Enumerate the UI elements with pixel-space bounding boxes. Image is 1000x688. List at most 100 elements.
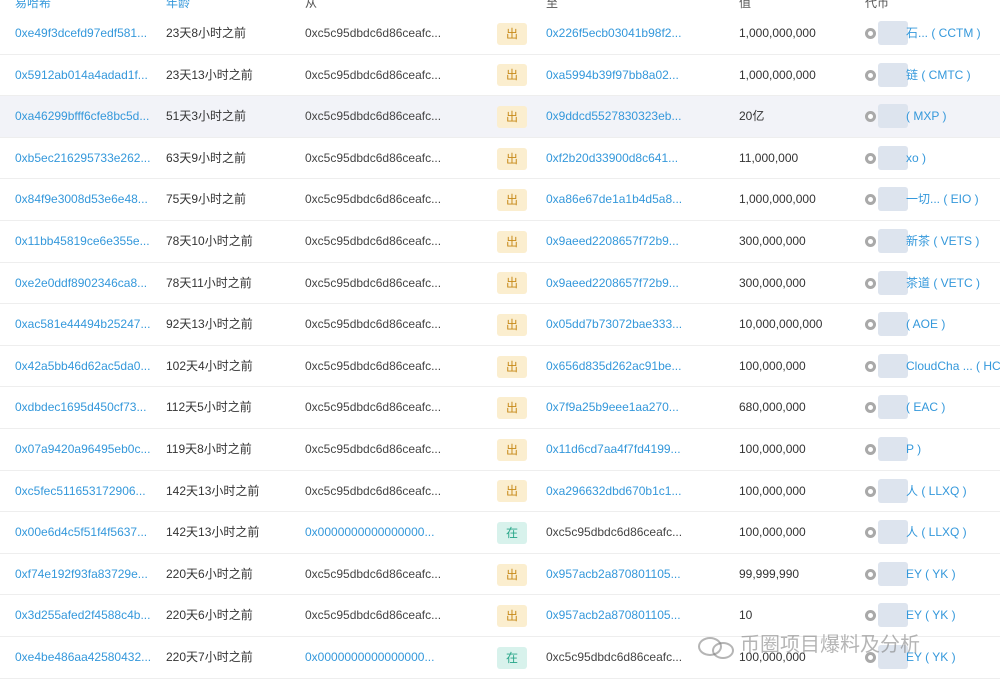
token-cell[interactable]: ( EAC ) bbox=[865, 387, 1000, 429]
token-name-link[interactable]: EY ( YK ) bbox=[906, 554, 956, 596]
txn-hash-link[interactable]: 0xe2e0ddf8902346ca8... bbox=[15, 263, 155, 305]
txn-hash-link[interactable]: 0x11bb45819ce6e355e... bbox=[15, 221, 155, 263]
token-name-link[interactable]: 新茶 ( VETS ) bbox=[906, 221, 979, 263]
direction-badge: 出 bbox=[497, 397, 527, 420]
token-name-link[interactable]: ( EAC ) bbox=[906, 387, 945, 429]
age-text: 78天10小时之前 bbox=[166, 234, 253, 248]
txn-hash-link[interactable]: 0xe4be486aa42580432... bbox=[15, 637, 155, 679]
token-name-link[interactable]: 人 ( LLXQ ) bbox=[906, 471, 967, 513]
to-address[interactable]: 0x226f5ecb03041b98f2... bbox=[546, 13, 696, 55]
txn-hash-link[interactable]: 0xa46299bfff6cfe8bc5d... bbox=[15, 96, 155, 138]
to-address[interactable]: 0x656d835d262ac91be... bbox=[546, 346, 696, 388]
direction-cell: 出 bbox=[497, 263, 527, 305]
to-address[interactable]: 0xf2b20d33900d8c641... bbox=[546, 138, 696, 180]
txn-hash-link[interactable]: 0x3d255afed2f4588c4b... bbox=[15, 595, 155, 637]
to-address[interactable]: 0x11d6cd7aa4f7fd4199... bbox=[546, 429, 696, 471]
age-text: 92天13小时之前 bbox=[166, 317, 253, 332]
redacted-token-name bbox=[878, 561, 908, 586]
quantity-value: 300,000,000 bbox=[739, 234, 806, 248]
from-address[interactable]: 0x0000000000000000... bbox=[305, 637, 455, 679]
txn-hash-link[interactable]: 0x84f9e3008d53e6e48... bbox=[15, 179, 155, 221]
token-logo-icon bbox=[865, 444, 876, 455]
token-name-link[interactable]: P ) bbox=[906, 429, 921, 471]
age-text: 63天9小时之前 bbox=[166, 150, 247, 165]
direction-cell: 出 bbox=[497, 179, 527, 221]
table-header: 易哈希 年龄 从 至 值 代币 bbox=[0, 0, 1000, 12]
txn-hash-link[interactable]: 0xe49f3dcefd97edf581... bbox=[15, 13, 155, 55]
token-name-link[interactable]: 茶道 ( VETC ) bbox=[906, 263, 980, 305]
to-address[interactable]: 0xa5994b39f97bb8a02... bbox=[546, 55, 696, 97]
redacted-token-name bbox=[878, 187, 908, 212]
token-cell[interactable]: ( AOE ) bbox=[865, 304, 1000, 346]
txn-hash-link[interactable]: 0xc5fec511653172906... bbox=[15, 471, 155, 513]
txn-hash-link[interactable]: 0x07a9420a96495eb0c... bbox=[15, 429, 155, 471]
to-address[interactable]: 0x9aeed2208657f72b9... bbox=[546, 221, 696, 263]
token-cell[interactable]: EY ( YK ) bbox=[865, 554, 1000, 596]
to-address[interactable]: 0xa86e67de1a1b4d5a8... bbox=[546, 179, 696, 221]
token-name-link[interactable]: 链 ( CMTC ) bbox=[906, 55, 971, 97]
token-logo-icon bbox=[865, 111, 876, 123]
txn-hash-link[interactable]: 0xac581e44494b25247... bbox=[15, 304, 155, 346]
age-text: 142天13小时之前 bbox=[166, 483, 260, 498]
txn-hash-link[interactable]: 0xf74e192f93fa83729e... bbox=[15, 554, 155, 596]
token-name-link[interactable]: ( MXP ) bbox=[906, 96, 946, 138]
direction-badge: 出 bbox=[497, 480, 527, 503]
table-row: 0x07a9420a96495eb0c... 119天8小时之前 0xc5c95db… bbox=[0, 429, 1000, 471]
direction-cell: 出 bbox=[497, 595, 527, 637]
header-age[interactable]: 年龄 bbox=[166, 0, 190, 11]
to-address[interactable]: 0x9ddcd5527830323eb... bbox=[546, 96, 696, 138]
age-text: 102天4小时之前 bbox=[166, 358, 253, 373]
direction-cell: 出 bbox=[497, 221, 527, 263]
quantity-value: 300,000,000 bbox=[739, 275, 806, 290]
table-row: 0x84f9e3008d53e6e48... 75天9小时之前 0xc5c95dbd… bbox=[0, 179, 1000, 221]
token-name-link[interactable]: CloudCha ... ( HC) bbox=[906, 346, 1000, 388]
token-cell[interactable]: 人 ( LLXQ ) bbox=[865, 512, 1000, 554]
to-address[interactable]: 0x957acb2a870801105... bbox=[546, 595, 696, 637]
age-text: 142天13小时之前 bbox=[166, 525, 260, 540]
redacted-token-name bbox=[878, 603, 908, 628]
token-cell[interactable]: 一切... ( EIO ) bbox=[865, 179, 1000, 221]
redacted-token-name bbox=[878, 437, 908, 461]
token-cell[interactable]: ( MXP ) bbox=[865, 96, 1000, 138]
token-name-link[interactable]: xo ) bbox=[906, 138, 926, 180]
token-cell[interactable]: xo ) bbox=[865, 138, 1000, 180]
header-quantity: 值 bbox=[739, 0, 752, 10]
from-address: 0xc5c95dbdc6d86ceafc... bbox=[305, 150, 442, 165]
txn-hash-link[interactable]: 0xb5ec216295733e262... bbox=[15, 138, 155, 180]
token-cell[interactable]: 新茶 ( VETS ) bbox=[865, 221, 1000, 263]
token-cell[interactable]: 茶道 ( VETC ) bbox=[865, 263, 1000, 305]
direction-cell: 出 bbox=[497, 13, 527, 55]
txn-hash-link[interactable]: 0x42a5bb46d62ac5da0... bbox=[15, 346, 155, 388]
age-text: 51天3小时之前 bbox=[166, 109, 247, 124]
age-text: 220天7小时之前 bbox=[166, 650, 253, 664]
from-address: 0xc5c95dbdc6d86ceafc... bbox=[305, 67, 442, 82]
header-to: 至 bbox=[546, 0, 559, 10]
from-address[interactable]: 0x0000000000000000... bbox=[305, 512, 455, 554]
token-logo-icon bbox=[865, 610, 876, 622]
direction-cell: 出 bbox=[497, 554, 527, 596]
table-row: 0xc5fec511653172906... 142天13小时之前 0xc5c95d… bbox=[0, 471, 1000, 513]
to-address: 0xc5c95dbdc6d86ceafc... bbox=[546, 650, 683, 664]
table-row: 0xb5ec216295733e262... 63天9小时之前 0xc5c95dbd… bbox=[0, 138, 1000, 180]
to-address[interactable]: 0x7f9a25b9eee1aa270... bbox=[546, 387, 696, 429]
txn-hash-link[interactable]: 0xdbdec1695d450cf73... bbox=[15, 387, 155, 429]
to-address[interactable]: 0x9aeed2208657f72b9... bbox=[546, 263, 696, 305]
to-address[interactable]: 0x05dd7b73072bae333... bbox=[546, 304, 696, 346]
age-text: 23天8小时之前 bbox=[166, 26, 247, 40]
token-cell[interactable]: CloudCha ... ( HC) bbox=[865, 346, 1000, 388]
token-cell[interactable]: 石... ( CCTM ) bbox=[865, 13, 1000, 55]
txn-hash-link[interactable]: 0x5912ab014a4adad1f... bbox=[15, 55, 155, 97]
token-name-link[interactable]: ( AOE ) bbox=[906, 304, 945, 346]
to-address[interactable]: 0x957acb2a870801105... bbox=[546, 554, 696, 596]
direction-badge: 出 bbox=[497, 272, 527, 295]
token-name-link[interactable]: 石... ( CCTM ) bbox=[906, 13, 981, 55]
token-cell[interactable]: P ) bbox=[865, 429, 1000, 471]
token-name-link[interactable]: 一切... ( EIO ) bbox=[906, 179, 979, 221]
token-cell[interactable]: 人 ( LLXQ ) bbox=[865, 471, 1000, 513]
txn-hash-link[interactable]: 0x00e6d4c5f51f4f5637... bbox=[15, 512, 155, 554]
age-text: 75天9小时之前 bbox=[166, 192, 247, 207]
token-cell[interactable]: 链 ( CMTC ) bbox=[865, 55, 1000, 97]
to-address[interactable]: 0xa296632dbd670b1c1... bbox=[546, 471, 696, 513]
token-name-link[interactable]: 人 ( LLXQ ) bbox=[906, 512, 967, 554]
redacted-token-name bbox=[878, 270, 908, 295]
